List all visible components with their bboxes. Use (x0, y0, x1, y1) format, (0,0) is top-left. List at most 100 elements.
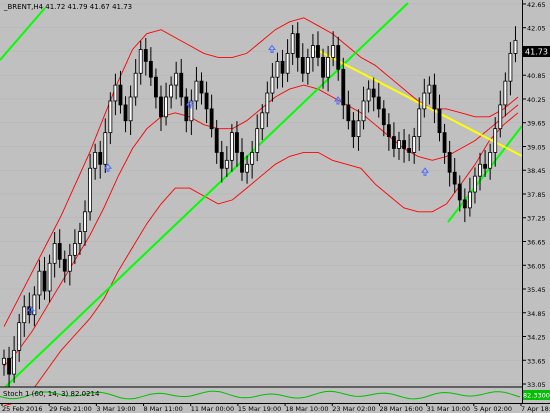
candle-body (467, 191, 472, 209)
current-price-value: 41.73 (525, 48, 548, 57)
candle-body (12, 349, 17, 375)
candle-body (341, 68, 346, 106)
candle-body (473, 175, 477, 193)
time-tick-label: 31 Mar 10:00 (427, 405, 470, 413)
candle-body (432, 84, 437, 110)
price-tick-label: 37.25 (527, 215, 546, 223)
candle-body (493, 128, 498, 153)
candle-body (336, 45, 341, 70)
candle-body (295, 33, 300, 58)
candle-body (2, 357, 6, 365)
candle-body (78, 231, 82, 244)
candle-body (148, 60, 153, 78)
candle-body (462, 199, 467, 209)
chart-background (0, 0, 550, 413)
price-tick-label: 34.25 (527, 334, 546, 342)
current-price-label: 41.73 (523, 46, 550, 57)
price-tick-label: 42.65 (527, 1, 546, 9)
candle-body (402, 140, 406, 149)
candle-body (285, 53, 290, 74)
candle-body (214, 128, 219, 153)
candle-body (229, 132, 234, 161)
candle-body (260, 112, 265, 130)
price-chart[interactable]: Stoch 1 (60, 14, 3) 82.0214 42.65 42.05 41… (0, 0, 550, 413)
candle-body (67, 254, 72, 272)
candle-body (154, 76, 158, 98)
time-tick-label: 23 Mar 02:00 (332, 405, 375, 413)
candle-body (407, 148, 412, 153)
candle-body (199, 80, 204, 94)
candle-body (184, 96, 189, 122)
candle-body (310, 45, 315, 58)
candle-body (300, 57, 305, 74)
candle-body (351, 120, 356, 137)
candle-body (386, 124, 391, 137)
candle-body (169, 84, 174, 98)
candle-body (457, 183, 462, 201)
price-tick-label: 33.65 (527, 357, 546, 365)
candle-body (62, 258, 67, 272)
candle-body (265, 92, 270, 114)
candle-body (32, 294, 37, 316)
candle-body (88, 167, 93, 213)
candle-body (316, 45, 320, 58)
candle-body (498, 104, 503, 130)
candle-body (138, 49, 143, 74)
candle-body (224, 159, 229, 169)
candle-body (513, 39, 518, 54)
candle-body (437, 108, 442, 134)
candle-body (483, 163, 488, 169)
time-tick-label: 28 Mar 16:00 (379, 405, 422, 413)
candle-body (143, 49, 148, 62)
price-tick-label: 42.05 (527, 25, 546, 33)
candle-body (113, 84, 118, 102)
candle-body (326, 57, 331, 78)
candle-body (346, 104, 351, 122)
price-tick-label: 39.05 (527, 143, 546, 151)
candle-body (52, 243, 57, 264)
candle-body (57, 243, 62, 260)
candle-body (72, 243, 77, 256)
candle-body (103, 132, 108, 165)
candle-body (235, 132, 239, 153)
candle-body (417, 108, 422, 137)
candle-body (7, 357, 11, 375)
candle-body (118, 84, 123, 106)
candle-body (478, 163, 482, 177)
price-tick-label: 33.05 (527, 381, 546, 389)
candle-body (397, 140, 401, 149)
candle-body (128, 96, 133, 122)
candle-body (83, 211, 87, 233)
candle-body (123, 104, 128, 122)
candle-body (361, 100, 366, 122)
candle-body (240, 152, 244, 173)
candle-body (194, 80, 199, 102)
time-tick-label: 5 Apr 02:00 (474, 405, 512, 413)
candle-body (290, 33, 295, 54)
candle-body (179, 72, 184, 98)
candle-body (275, 60, 280, 78)
candle-body (356, 120, 361, 137)
candle-body (22, 306, 27, 324)
candle-body (37, 270, 42, 296)
candle-body (422, 92, 427, 110)
candle-body (17, 322, 22, 351)
candle-body (204, 92, 209, 110)
candle-body (250, 152, 255, 165)
price-tick-label: 35.45 (527, 286, 546, 294)
price-tick-label: 40.85 (527, 72, 546, 80)
time-tick-label: 7 Apr 18:00 (521, 405, 550, 413)
candle-body (503, 80, 508, 106)
candle-body (412, 136, 417, 153)
candle-body (245, 163, 249, 173)
price-tick-label: 36.05 (527, 262, 546, 270)
candle-body (98, 152, 103, 165)
candle-body (305, 57, 310, 74)
indicator-value-label: 82.3300 (523, 390, 550, 400)
candle-body (47, 262, 52, 292)
time-tick-label: 25 Feb 2016 (2, 405, 42, 413)
candle-body (452, 171, 457, 185)
candle-body (42, 270, 47, 292)
price-tick-label: 39.65 (527, 120, 546, 128)
candle-body (447, 152, 452, 173)
